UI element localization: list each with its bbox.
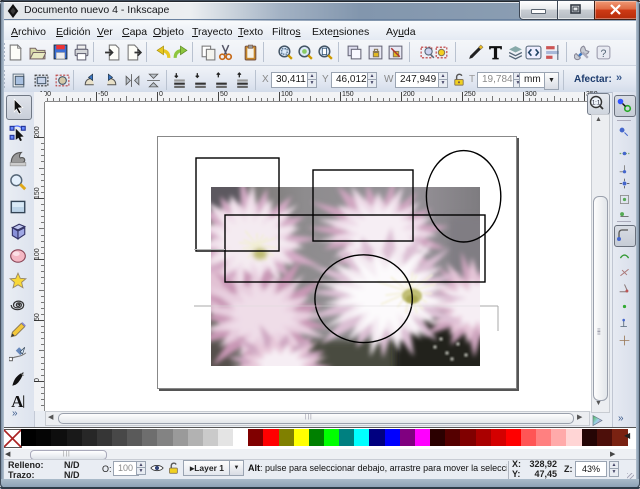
svg-text:?: ?: [601, 48, 607, 60]
svg-text:1:1: 1:1: [592, 101, 601, 107]
